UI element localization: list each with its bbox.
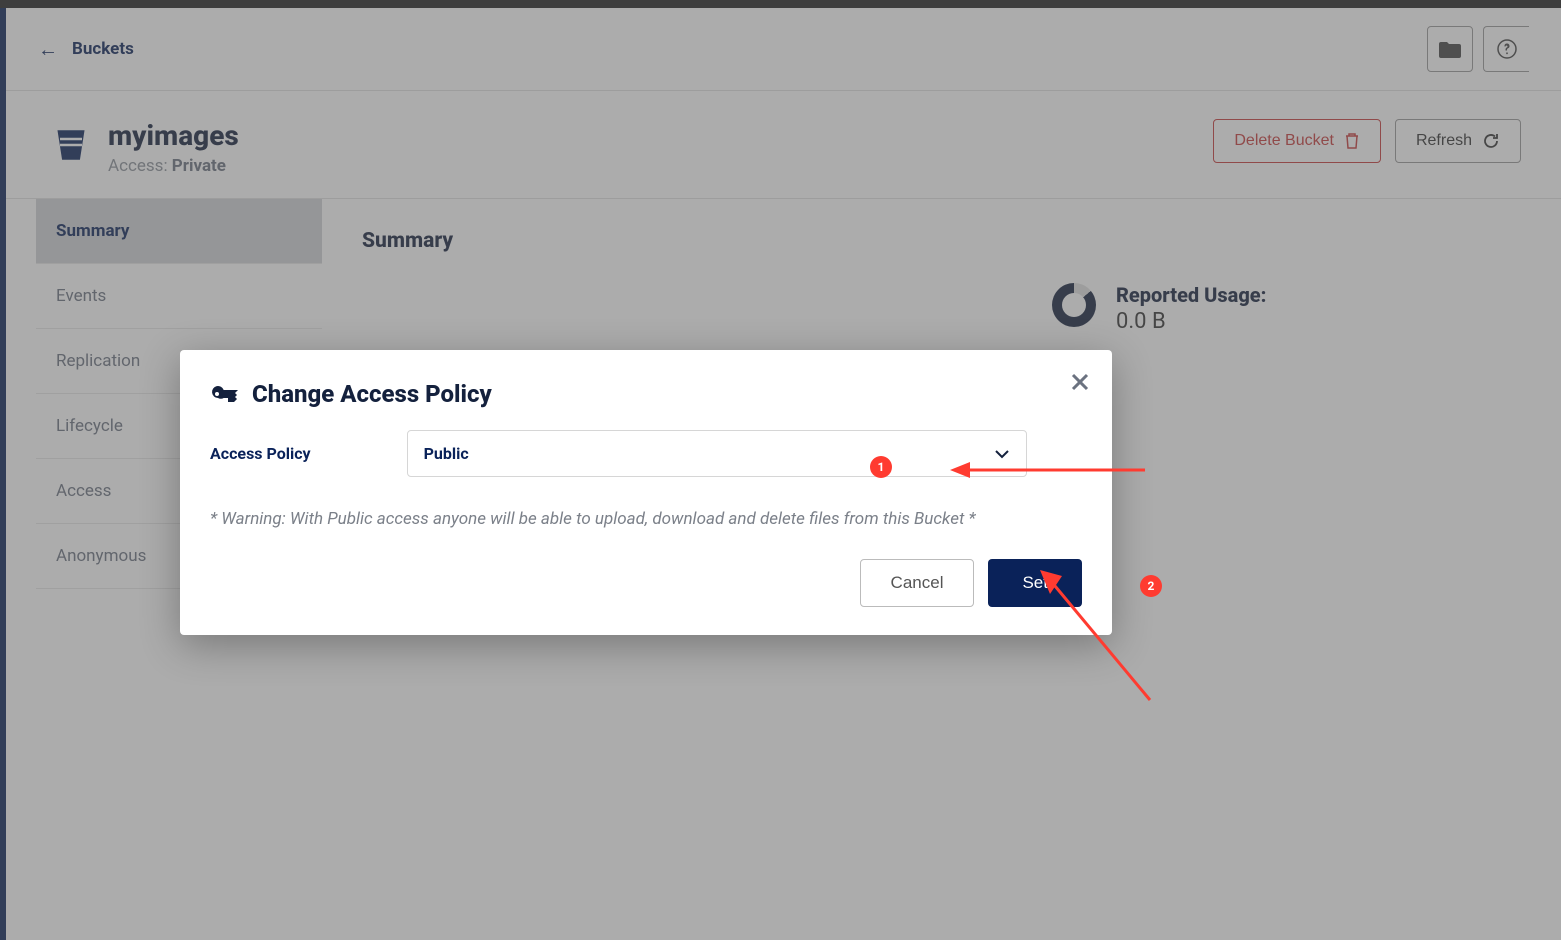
cancel-button[interactable]: Cancel — [860, 559, 975, 607]
modal-body: Access Policy Public — [210, 430, 1082, 477]
key-icon — [210, 382, 240, 406]
modal-actions: Cancel Set — [210, 559, 1082, 607]
modal-close-button[interactable] — [1070, 372, 1090, 392]
access-policy-select[interactable]: Public — [407, 430, 1027, 477]
modal-header: Change Access Policy — [210, 380, 1082, 408]
set-button[interactable]: Set — [988, 559, 1082, 607]
modal-title: Change Access Policy — [252, 380, 492, 408]
access-policy-label: Access Policy — [210, 444, 311, 463]
warning-text: * Warning: With Public access anyone wil… — [210, 507, 1082, 533]
change-access-policy-modal: Change Access Policy Access Policy Publi… — [180, 350, 1112, 635]
access-policy-value: Public — [424, 444, 469, 463]
close-icon — [1070, 372, 1090, 392]
chevron-down-icon — [994, 449, 1010, 459]
